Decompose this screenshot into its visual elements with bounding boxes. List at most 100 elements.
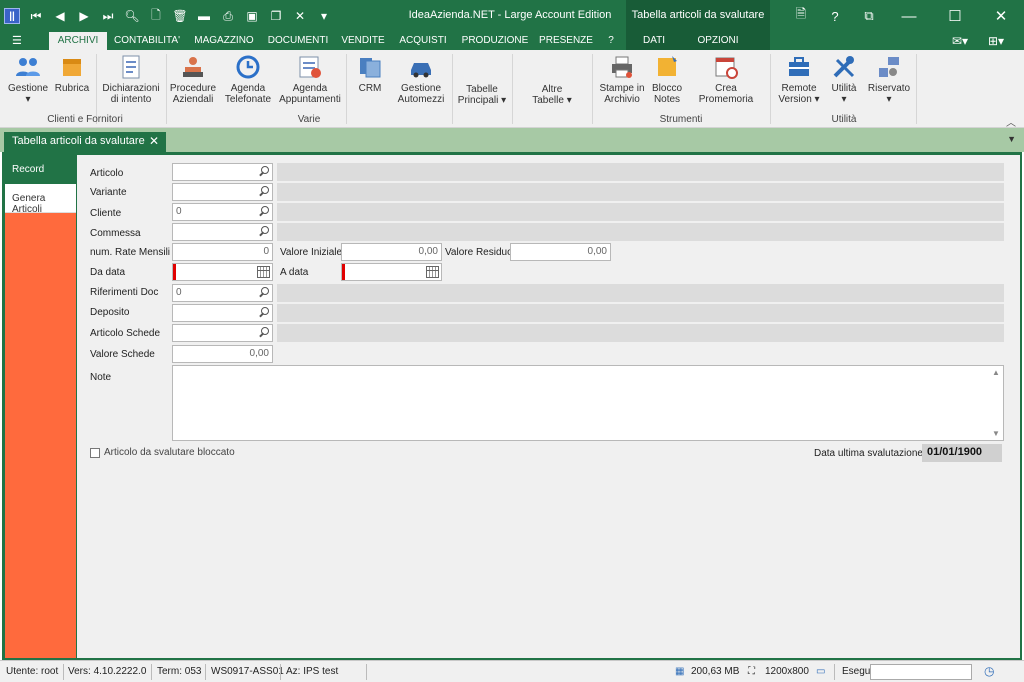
scroll-up-icon[interactable]: ▲: [992, 368, 1000, 377]
close-tab-icon[interactable]: ✕: [149, 134, 159, 148]
mail-icon[interactable]: ✉▾: [952, 34, 968, 48]
agenda-appuntamenti-button[interactable]: Agenda Appuntamenti: [278, 54, 342, 112]
required-marker: [342, 264, 345, 280]
lookup-icon[interactable]: [257, 185, 270, 199]
page-icon[interactable]: ▣: [240, 6, 264, 26]
bloccato-checkbox[interactable]: [90, 448, 100, 458]
side-item-genera-articoli[interactable]: Genera Articoli: [5, 184, 76, 215]
next-record-icon[interactable]: ▶: [72, 6, 96, 26]
search-icon[interactable]: 🔍︎: [120, 6, 144, 26]
crea-promemoria-button[interactable]: Crea Promemoria: [688, 54, 764, 112]
note-scrollbar[interactable]: ▲ ▼: [989, 366, 1003, 440]
stampe-archivio-button[interactable]: Stampe in Archivio: [598, 54, 646, 112]
procedure-aziendali-button[interactable]: Procedure Aziendali: [168, 54, 218, 112]
customize-toolbar-icon[interactable]: ▾: [312, 6, 336, 26]
scroll-down-icon[interactable]: ▼: [992, 429, 1000, 438]
valore-residuo-input[interactable]: 0,00: [510, 243, 611, 261]
close-button[interactable]: ✕: [978, 0, 1024, 32]
articolo-description: [277, 163, 1004, 181]
required-marker: [173, 264, 176, 280]
valore-iniziale-input[interactable]: 0,00: [341, 243, 442, 261]
tab-contabilita[interactable]: CONTABILITA': [110, 32, 184, 50]
document-tab[interactable]: Tabella articoli da svalutare ✕: [4, 132, 166, 152]
articolo-input[interactable]: [172, 163, 273, 181]
lookup-icon[interactable]: [257, 205, 270, 219]
tab-documenti[interactable]: DOCUMENTI: [264, 32, 332, 50]
commessa-description: [277, 223, 1004, 241]
bloccato-label: Articolo da svalutare bloccato: [104, 447, 235, 458]
restore-ribbon-icon[interactable]: ⧉: [852, 0, 886, 32]
delete-icon[interactable]: 🗑︎: [168, 6, 192, 26]
timer-icon[interactable]: ◷: [984, 664, 994, 678]
esegui-input[interactable]: [870, 664, 972, 680]
gestione-automezzi-button[interactable]: Gestione Automezzi: [394, 54, 448, 112]
tab-vendite[interactable]: VENDITE: [338, 32, 388, 50]
riferimenti-doc-input[interactable]: 0: [172, 284, 273, 302]
deposito-input[interactable]: [172, 304, 273, 322]
valore-iniziale-label: Valore Iniziale: [280, 247, 343, 258]
maximize-button[interactable]: ☐: [932, 0, 978, 32]
calendar-icon[interactable]: [426, 266, 439, 278]
memory-icon: ▦: [675, 666, 685, 677]
lookup-icon[interactable]: [257, 286, 270, 300]
crm-button[interactable]: CRM: [350, 54, 390, 112]
lookup-icon[interactable]: [257, 165, 270, 179]
folder-icon[interactable]: ▬: [192, 6, 216, 26]
blocco-notes-button[interactable]: Blocco Notes: [648, 54, 686, 112]
tab-list-dropdown-icon[interactable]: ▼: [1007, 134, 1016, 144]
excel-icon[interactable]: ✕: [288, 6, 312, 26]
copy-icon[interactable]: ❐: [264, 6, 288, 26]
calendar-icon[interactable]: [257, 266, 270, 278]
first-record-icon[interactable]: ⏮: [24, 6, 48, 26]
articolo-label: Articolo: [90, 168, 124, 179]
utilita-button[interactable]: Utilità ▾: [826, 54, 862, 112]
app-menu-button[interactable]: ☰: [12, 34, 38, 48]
articolo-schede-input[interactable]: [172, 324, 273, 342]
tab-produzione[interactable]: PRODUZIONE: [460, 32, 530, 50]
variante-input[interactable]: [172, 183, 273, 201]
new-document-icon[interactable]: 🗋: [144, 6, 168, 26]
printer-icon: [609, 54, 635, 80]
people-icon: [15, 54, 41, 80]
status-version: Vers: 4.10.2222.0: [68, 666, 147, 677]
print-icon[interactable]: ⎙: [216, 6, 240, 26]
da-data-input[interactable]: [172, 263, 273, 281]
da-data-label: Da data: [90, 267, 126, 278]
collapse-ribbon-icon[interactable]: ︿: [1006, 114, 1016, 129]
tab-archivi[interactable]: ARCHIVI: [49, 32, 107, 50]
lookup-icon[interactable]: [257, 306, 270, 320]
tab-presenze[interactable]: PRESENZE: [536, 32, 596, 50]
riferimenti-doc-description: [277, 284, 1004, 302]
note-textarea[interactable]: ▲ ▼: [172, 365, 1004, 441]
remote-version-button[interactable]: Remote Version ▾: [776, 54, 822, 112]
layout-icon[interactable]: ⊞▾: [988, 34, 1004, 48]
num-rate-input[interactable]: 0: [172, 243, 273, 261]
commessa-input[interactable]: [172, 223, 273, 241]
document-icon[interactable]: 🗎: [784, 0, 818, 32]
minimize-button[interactable]: —: [886, 0, 932, 32]
status-memory: 200,63 MB: [691, 666, 740, 677]
a-data-input[interactable]: [341, 263, 442, 281]
gestione-button[interactable]: Gestione ▾: [6, 54, 50, 112]
help-button[interactable]: ?: [818, 0, 852, 32]
document-list-icon: [118, 54, 144, 80]
last-record-icon[interactable]: ⏭: [96, 6, 120, 26]
tab-help[interactable]: ?: [602, 32, 620, 50]
cliente-input[interactable]: 0: [172, 203, 273, 221]
dichiarazioni-intento-button[interactable]: Dichiarazioni di intento: [100, 54, 162, 112]
tab-dati[interactable]: DATI: [636, 32, 672, 50]
tab-magazzino[interactable]: MAGAZZINO: [190, 32, 258, 50]
context-title: Tabella articoli da svalutare: [626, 0, 770, 32]
side-item-record[interactable]: Record: [5, 155, 76, 184]
riservato-button[interactable]: Riservato ▾: [866, 54, 912, 112]
tab-acquisti[interactable]: ACQUISTI: [394, 32, 452, 50]
tab-opzioni[interactable]: OPZIONI: [690, 32, 746, 50]
prev-record-icon[interactable]: ◀: [48, 6, 72, 26]
status-company: Az: IPS test: [286, 666, 339, 677]
rubrica-button[interactable]: Rubrica: [52, 54, 92, 112]
lookup-icon[interactable]: [257, 326, 270, 340]
agenda-telefonate-button[interactable]: Agenda Telefonate: [222, 54, 274, 112]
valore-schede-input[interactable]: 0,00: [172, 345, 273, 363]
lookup-icon[interactable]: [257, 225, 270, 239]
window-icon[interactable]: ▭: [816, 666, 825, 677]
